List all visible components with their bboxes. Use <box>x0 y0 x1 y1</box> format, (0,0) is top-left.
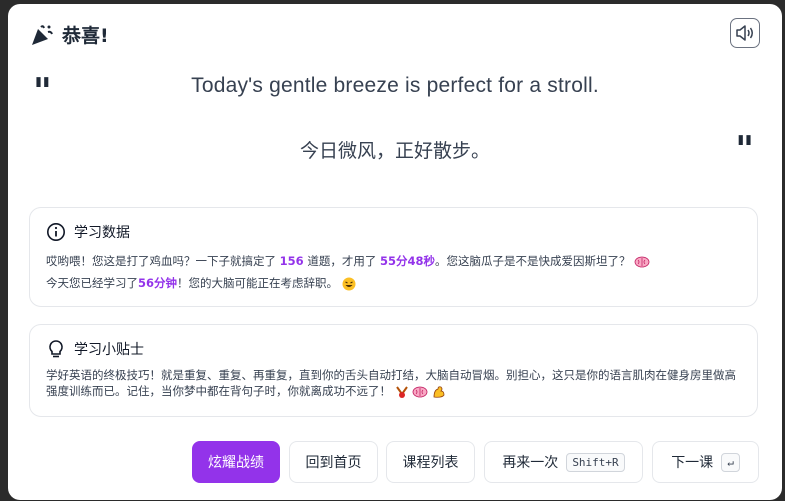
tongue-knot-icon <box>395 385 408 398</box>
today-study-time: 56分钟 <box>138 276 178 290</box>
retry-label: 再来一次 <box>502 455 559 471</box>
show-off-button[interactable]: 炫耀战绩 <box>192 441 280 483</box>
speaker-icon <box>736 25 753 41</box>
stats-title: 学习数据 <box>74 225 130 241</box>
party-popper-icon <box>32 24 53 45</box>
lightbulb-icon <box>49 340 63 358</box>
study-tips-card: 学习小贴士 学好英语的终极技巧！就是重复、重复、再重复，直到你的舌头自动打结，大… <box>29 324 758 417</box>
dialog-title: 恭喜! <box>62 25 109 47</box>
home-label: 回到首页 <box>305 455 362 471</box>
question-count: 156 <box>279 254 304 268</box>
enter-key-icon: ↵ <box>721 452 740 472</box>
flexed-biceps-icon <box>433 385 445 398</box>
elapsed-time: 55分48秒 <box>379 254 435 268</box>
study-stats-card: 学习数据 哎哟喂！您这是打了鸡血吗？一下子就搞定了 156 道题，才用了 55分… <box>29 207 758 307</box>
play-audio-button[interactable] <box>730 18 760 48</box>
course-list-button[interactable]: 课程列表 <box>386 441 475 483</box>
completion-dialog: 恭喜! " Today's gentle breeze is perfect f… <box>8 4 782 500</box>
stats-text: 今天您已经学习了 <box>46 276 138 290</box>
brain-icon <box>412 386 428 397</box>
show-off-label: 炫耀战绩 <box>208 455 264 471</box>
next-lesson-button[interactable]: 下一课 ↵ <box>652 441 759 483</box>
tips-body: 学好英语的终极技巧！就是重复、重复、再重复，直到你的舌头自动打结，大脑自动冒烟。… <box>46 368 736 398</box>
close-quote-mark: " <box>735 129 754 171</box>
laughing-face-icon <box>342 277 356 290</box>
stats-line-1: 哎哟喂！您这是打了鸡血吗？一下子就搞定了 156 道题，才用了 55分48秒。您… <box>46 250 741 272</box>
english-sentence: Today's gentle breeze is perfect for a s… <box>191 74 599 97</box>
brain-icon <box>634 256 650 267</box>
action-bar: 炫耀战绩 回到首页 课程列表 再来一次 Shift+R 下一课 ↵ <box>8 441 782 485</box>
retry-shortcut-key: Shift+R <box>566 452 625 472</box>
tips-title: 学习小贴士 <box>74 342 144 358</box>
next-lesson-label: 下一课 <box>671 455 714 471</box>
info-icon <box>47 223 65 241</box>
dialog-header: 恭喜! <box>30 21 109 48</box>
stats-text: 道题，才用了 <box>303 254 380 268</box>
tips-text: 学好英语的终极技巧！就是重复、重复、再重复，直到你的舌头自动打结，大脑自动冒烟。… <box>46 367 741 399</box>
stats-text: ！您的大脑可能正在考虑辞职。 <box>177 276 339 290</box>
stats-text: 哎哟喂！您这是打了鸡血吗？一下子就搞定了 <box>46 254 280 268</box>
retry-button[interactable]: 再来一次 Shift+R <box>484 441 643 483</box>
chinese-sentence: 今日微风，正好散步。 <box>299 140 490 162</box>
home-button[interactable]: 回到首页 <box>289 441 378 483</box>
stats-line-2: 今天您已经学习了56分钟！您的大脑可能正在考虑辞职。 <box>46 272 741 294</box>
stats-text: 。您这脑瓜子是不是快成爱因斯坦了？ <box>435 254 631 268</box>
course-list-label: 课程列表 <box>402 455 459 471</box>
